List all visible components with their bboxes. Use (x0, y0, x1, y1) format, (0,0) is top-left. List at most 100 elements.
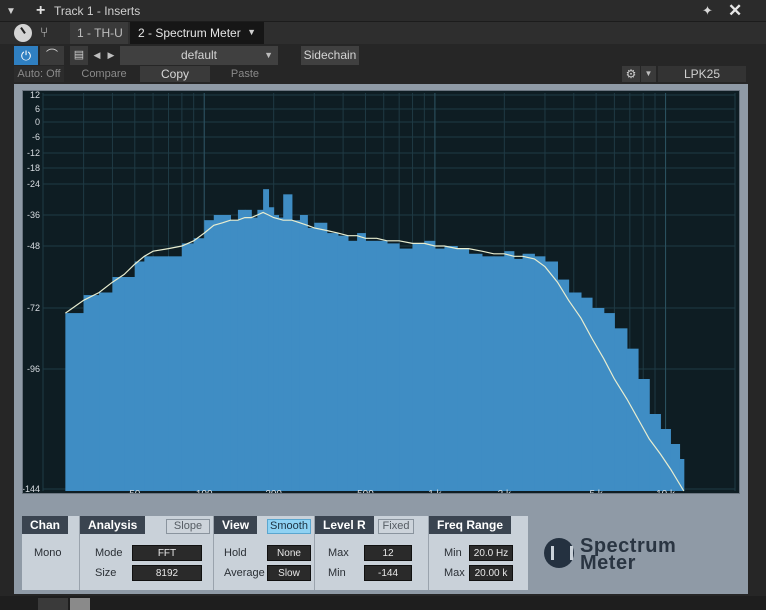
auto-mode-button[interactable]: Auto: Off (14, 66, 64, 82)
spectrum-bar (660, 429, 671, 491)
add-plugin-icon[interactable]: + (36, 2, 45, 20)
freq-max-field[interactable]: 20.00 k (469, 565, 513, 581)
spectrum-bar (278, 217, 284, 491)
y-tick-label: -72 (27, 303, 40, 313)
freq-min-field[interactable]: 20.0 Hz (469, 545, 513, 561)
spectrum-bar (134, 261, 145, 491)
fader-handle (70, 598, 90, 610)
chan-mode-value[interactable]: Mono (34, 547, 62, 559)
bypass-button[interactable]: ⌒ (40, 46, 64, 65)
file-icon: ▤ (73, 49, 85, 61)
spectrum-bar (314, 222, 328, 491)
spectrum-bar (522, 253, 535, 491)
spectrum-bar (181, 243, 195, 491)
level-max-field[interactable]: 12 (364, 545, 412, 561)
min-label: Min (328, 567, 346, 579)
spectrum-bar (614, 328, 628, 491)
spectrum-bar (365, 240, 378, 491)
spectrum-bar (444, 246, 458, 491)
view-header: View (214, 516, 258, 534)
freq-max-label: Max (444, 567, 465, 579)
control-strip: Chan Mono Analysis Slope Mode FFT Size 8… (22, 516, 528, 590)
power-icon: ⏻ (20, 48, 32, 63)
power-button[interactable]: ⏻ (14, 46, 38, 65)
y-tick-label: -36 (27, 210, 40, 220)
spectrum-bar (412, 243, 425, 491)
smooth-button[interactable]: Smooth (267, 519, 311, 534)
size-label: Size (95, 567, 117, 579)
y-tick-label: 6 (35, 104, 40, 114)
slope-button[interactable]: Slope (166, 519, 210, 534)
analysis-header: Analysis (80, 516, 146, 534)
spectrum-bar (99, 292, 113, 491)
spectrum-bar (65, 313, 85, 491)
x-tick-label: 1 k (428, 489, 442, 493)
spectrum-bar (481, 256, 495, 491)
routing-icon[interactable]: ⑂ (40, 24, 62, 42)
spectrum-bar (513, 258, 524, 491)
spectrum-bar (299, 215, 308, 491)
hold-field[interactable]: None (267, 545, 311, 561)
spectrum-bar (307, 227, 315, 491)
tab-label: 2 - Spectrum Meter (138, 26, 241, 40)
view-section: View Smooth Hold None Average Slow (214, 516, 315, 590)
bottom-strip (0, 596, 766, 610)
spectrum-bar (544, 261, 558, 491)
level-header: Level R (315, 516, 374, 534)
y-tick-label: -48 (27, 241, 40, 251)
chan-header: Chan (22, 516, 68, 534)
spectrum-graph: 12 6 0 -6 -12 -18 -24 -36 -48 -72 -96 -144 50 100 200 5… (22, 90, 740, 494)
mode-field[interactable]: FFT (132, 545, 202, 561)
sidechain-button[interactable]: Sidechain (301, 46, 359, 65)
x-tick-label: 10 k (656, 489, 676, 493)
device-label: LPK25 (658, 66, 746, 82)
paste-button[interactable]: Paste (212, 66, 278, 82)
arrow-right-icon: ▶ (107, 50, 115, 60)
x-tick-label: 5 k (589, 489, 603, 493)
y-tick-label: -24 (27, 179, 40, 189)
spectrum-bar (347, 240, 358, 491)
settings-menu-button[interactable]: ▼ (641, 66, 656, 82)
spectrum-bar (434, 248, 445, 491)
pin-icon[interactable]: ✦ (702, 3, 713, 19)
spectrum-meter-logo: Spectrum Meter (544, 535, 724, 576)
logo-line2: Meter (580, 552, 636, 574)
average-label: Average (224, 567, 265, 579)
spectrum-bar (376, 240, 388, 491)
preset-row: ⏻ ⌒ ▤ ◀ ▶ default ▼ Sidechain (0, 46, 766, 66)
spectrum-bar (568, 292, 582, 491)
freq-range-header: Freq Range (429, 516, 512, 534)
spectrum-bar (237, 209, 246, 491)
collapse-triangle-icon[interactable]: ▼ (6, 6, 16, 17)
spectrum-bar (399, 248, 414, 491)
previous-preset-button[interactable]: ◀ (90, 46, 104, 65)
spectrum-bar (534, 256, 546, 491)
x-tick-label: 2 k (498, 489, 512, 493)
next-preset-button[interactable]: ▶ (104, 46, 118, 65)
fixed-button[interactable]: Fixed (378, 519, 414, 534)
average-field[interactable]: Slow (267, 565, 311, 581)
tab-label: 1 - TH-U (77, 26, 123, 40)
analysis-section: Analysis Slope Mode FFT Size 8192 (80, 516, 214, 590)
window-title: Track 1 - Inserts (54, 4, 141, 18)
size-field[interactable]: 8192 (132, 565, 202, 581)
y-tick-label: -96 (27, 364, 40, 374)
y-tick-label: 12 (30, 91, 40, 100)
tab-th-u[interactable]: 1 - TH-U (70, 22, 128, 44)
chevron-down-icon: ▼ (264, 50, 273, 60)
plugin-tabs-row: ⑂ 1 - TH-U 2 - Spectrum Meter ▼ (0, 22, 766, 44)
close-icon[interactable]: ✕ (728, 1, 742, 21)
preset-file-button[interactable]: ▤ (70, 46, 88, 65)
knob-icon[interactable] (14, 24, 32, 42)
fader-cap (38, 598, 68, 610)
y-tick-label: -12 (27, 148, 40, 158)
settings-button[interactable]: ⚙ (622, 66, 640, 82)
x-tick-label: 200 (265, 489, 282, 493)
preset-select[interactable]: default ▼ (120, 46, 278, 65)
level-min-field[interactable]: -144 (364, 565, 412, 581)
tab-spectrum-meter[interactable]: 2 - Spectrum Meter ▼ (130, 22, 264, 44)
spectrum-chart-svg: 12 6 0 -6 -12 -18 -24 -36 -48 -72 -96 -144 50 100 200 5… (23, 91, 736, 493)
compare-button[interactable]: Compare (68, 66, 140, 82)
copy-button[interactable]: Copy (140, 66, 210, 82)
y-tick-label: -18 (27, 163, 40, 173)
